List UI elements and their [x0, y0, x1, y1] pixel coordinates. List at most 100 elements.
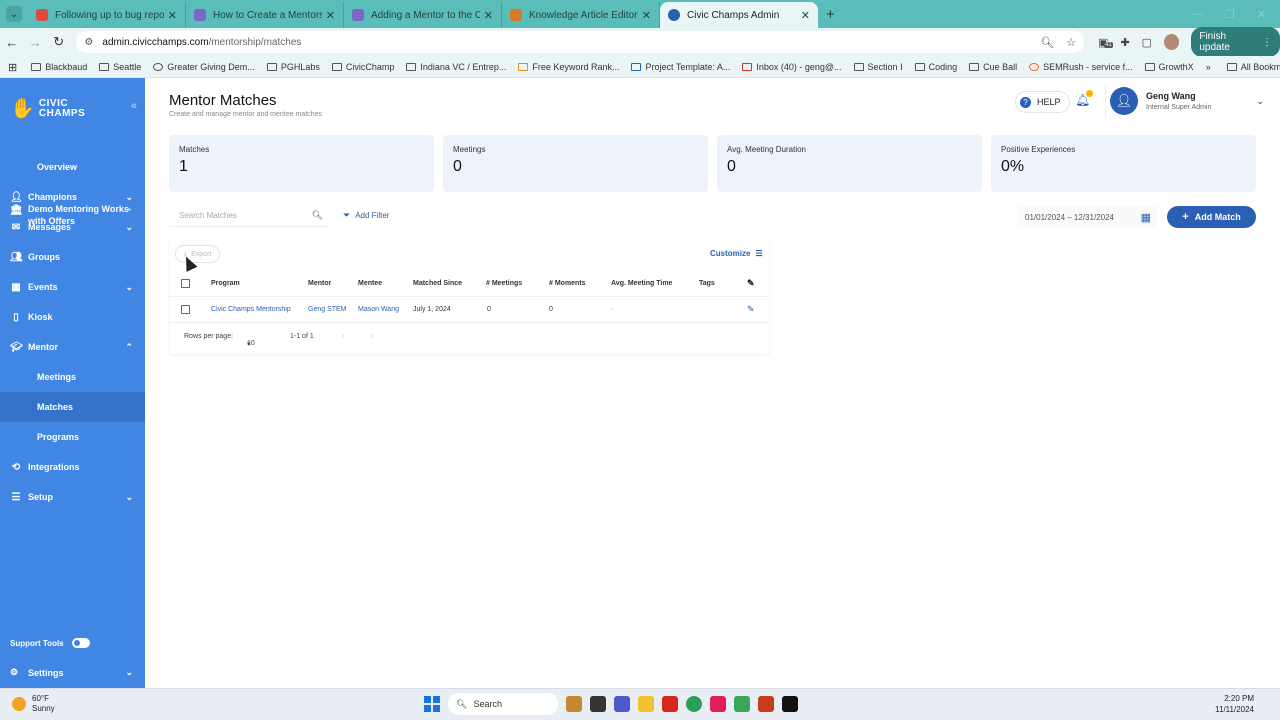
- sidebar-item-champions[interactable]: 👤︎ Champions ⌄: [0, 182, 145, 212]
- powerpoint-icon[interactable]: [758, 696, 774, 712]
- column-header[interactable]: Avg. Meeting Time: [611, 280, 672, 287]
- bookmark-item[interactable]: GrowthX: [1144, 62, 1194, 72]
- windows-start-icon[interactable]: [424, 696, 440, 712]
- bookmark-item[interactable]: Coding: [914, 62, 957, 72]
- sidebar-item-matches[interactable]: Matches: [0, 392, 145, 422]
- collapse-sidebar-icon[interactable]: «: [131, 100, 137, 112]
- maximize-icon[interactable]: ❐: [1225, 8, 1235, 21]
- back-icon[interactable]: ←: [0, 35, 23, 50]
- notion-icon[interactable]: [782, 696, 798, 712]
- add-filter-button[interactable]: ⏷ Add Filter: [343, 210, 389, 221]
- mentor-link[interactable]: Geng STEM: [308, 306, 347, 313]
- apps-grid-icon[interactable]: ⊞: [8, 61, 17, 74]
- teams-icon[interactable]: [614, 696, 630, 712]
- row-checkbox[interactable]: [181, 305, 190, 314]
- new-tab-button[interactable]: +: [826, 6, 835, 23]
- civic-champs-logo[interactable]: ✋ CIVIC CHAMPS: [10, 96, 85, 121]
- sidepanel-icon[interactable]: ▢: [1142, 36, 1152, 49]
- zoom-icon[interactable]: 🔍︎: [1040, 36, 1054, 49]
- briefcase-app-icon[interactable]: [566, 696, 582, 712]
- taskbar-search[interactable]: 🔍︎ Search: [448, 693, 558, 715]
- close-icon[interactable]: ✕: [801, 9, 810, 22]
- sidebar-item-meetings[interactable]: Meetings: [0, 362, 145, 392]
- add-match-button[interactable]: + Add Match: [1167, 206, 1256, 228]
- bookmark-star-icon[interactable]: ☆: [1066, 36, 1076, 49]
- browser-tab[interactable]: Knowledge Article Editor ✕: [502, 2, 660, 28]
- calendar-icon[interactable]: ▦: [1141, 211, 1151, 224]
- browser-tab[interactable]: Adding a Mentor to the Organ✕: [344, 2, 502, 28]
- lastpass-icon[interactable]: [662, 696, 678, 712]
- tab-search-button[interactable]: ⌄: [6, 6, 22, 22]
- column-header[interactable]: Matched Since: [413, 280, 462, 287]
- sidebar-item-settings[interactable]: ⚙ Settings ⌄: [10, 667, 135, 678]
- bookmark-item[interactable]: PGHLabs: [266, 62, 320, 72]
- more-bookmarks-icon[interactable]: »: [1206, 62, 1211, 72]
- edit-columns-icon[interactable]: ✎: [747, 278, 755, 289]
- slack-icon[interactable]: [710, 696, 726, 712]
- puzzle-icon[interactable]: ✚: [1120, 36, 1129, 49]
- minimize-icon[interactable]: —: [1192, 8, 1203, 21]
- close-icon[interactable]: ✕: [642, 9, 651, 22]
- date-range-picker[interactable]: 01/01/2024 – 12/31/2024 ▦: [1017, 206, 1157, 228]
- sidebar-item-mentor[interactable]: 🎓︎ Mentor ⌃: [0, 332, 145, 362]
- snipping-tool-icon[interactable]: [734, 696, 750, 712]
- sidebar-item-programs[interactable]: Programs: [0, 422, 145, 452]
- sidebar-item-groups[interactable]: 👥︎ Groups: [0, 242, 145, 272]
- bookmark-item[interactable]: Indiana VC / Entrep...: [406, 62, 506, 72]
- bookmark-item[interactable]: Section I: [853, 62, 903, 72]
- sidebar-item-setup[interactable]: ☰ Setup ⌄: [0, 482, 145, 512]
- mentee-link[interactable]: Mason Wang: [358, 306, 399, 313]
- prev-page-icon[interactable]: ‹: [342, 333, 344, 340]
- column-header[interactable]: Mentee: [358, 280, 382, 287]
- search-icon[interactable]: 🔍︎: [312, 210, 323, 221]
- bookmark-item[interactable]: Project Template: A...: [631, 62, 730, 72]
- sidebar-item-integrations[interactable]: ⟲ Integrations: [0, 452, 145, 482]
- chrome-icon[interactable]: [686, 696, 702, 712]
- column-header[interactable]: # Meetings: [486, 280, 522, 287]
- sidebar-item-overview[interactable]: Overview: [0, 152, 145, 182]
- bookmark-item[interactable]: Greater Giving Dem...: [153, 62, 255, 72]
- search-input[interactable]: Search Matches 🔍︎: [169, 205, 329, 227]
- finish-update-button[interactable]: Finish update ⋮: [1191, 27, 1280, 57]
- sidebar-item-events[interactable]: ▦ Events ⌄: [0, 272, 145, 302]
- forward-icon[interactable]: →: [23, 35, 46, 50]
- program-link[interactable]: Civic Champs Mentorship: [211, 306, 291, 313]
- column-header[interactable]: # Moments: [549, 280, 586, 287]
- sidebar-item-kiosk[interactable]: ▯ Kiosk: [0, 302, 145, 332]
- edit-match-icon[interactable]: ✎: [747, 304, 755, 315]
- select-all-checkbox[interactable]: [181, 279, 190, 288]
- extension-icon[interactable]: ▣41: [1098, 36, 1113, 49]
- customize-button[interactable]: Customize ☰: [710, 249, 763, 258]
- bookmark-item[interactable]: Free Keyword Rank...: [518, 62, 619, 72]
- browser-tab-active[interactable]: Civic Champs Admin ✕: [660, 2, 818, 28]
- bookmark-item[interactable]: Blackbaud: [31, 62, 87, 72]
- bookmark-item[interactable]: Cue Ball: [969, 62, 1017, 72]
- help-button[interactable]: ? HELP: [1015, 91, 1070, 113]
- bookmark-item[interactable]: SEMRush - service f...: [1029, 62, 1133, 72]
- column-header[interactable]: Program: [211, 280, 240, 287]
- close-icon[interactable]: ✕: [168, 9, 177, 22]
- bookmark-item[interactable]: Seattle: [99, 62, 141, 72]
- user-menu[interactable]: 👤︎ Geng Wang Internal Super Admin ⌄: [1105, 84, 1270, 118]
- close-icon[interactable]: ✕: [326, 9, 335, 22]
- sidebar-item-messages[interactable]: ✉ Messages ⌄: [0, 212, 145, 242]
- task-view-icon[interactable]: [590, 696, 606, 712]
- profile-avatar[interactable]: [1164, 34, 1180, 50]
- column-header[interactable]: Tags: [699, 280, 715, 287]
- close-icon[interactable]: ✕: [484, 9, 493, 22]
- site-info-icon[interactable]: ⚙: [84, 37, 96, 48]
- close-window-icon[interactable]: ✕: [1257, 8, 1266, 21]
- bookmark-item[interactable]: CivicChamp: [331, 62, 394, 72]
- file-explorer-icon[interactable]: [638, 696, 654, 712]
- all-bookmarks[interactable]: All Bookmarks: [1226, 62, 1280, 72]
- bookmark-item[interactable]: Inbox (40) - geng@...: [742, 62, 842, 72]
- support-tools-toggle[interactable]: [71, 638, 90, 648]
- reload-icon[interactable]: ↻: [47, 34, 70, 50]
- system-clock[interactable]: 2:20 PM 11/11/2024: [1215, 693, 1254, 715]
- next-page-icon[interactable]: ›: [371, 333, 373, 340]
- column-header[interactable]: Mentor: [308, 280, 331, 287]
- browser-tab[interactable]: How to Create a Mentorship M✕: [186, 2, 344, 28]
- browser-tab[interactable]: Following up to bug reported r✕: [28, 2, 186, 28]
- address-bar[interactable]: ⚙ admin.civicchamps.com/mentorship/match…: [76, 31, 1085, 53]
- weather-widget[interactable]: 60°F Sunny: [12, 694, 55, 714]
